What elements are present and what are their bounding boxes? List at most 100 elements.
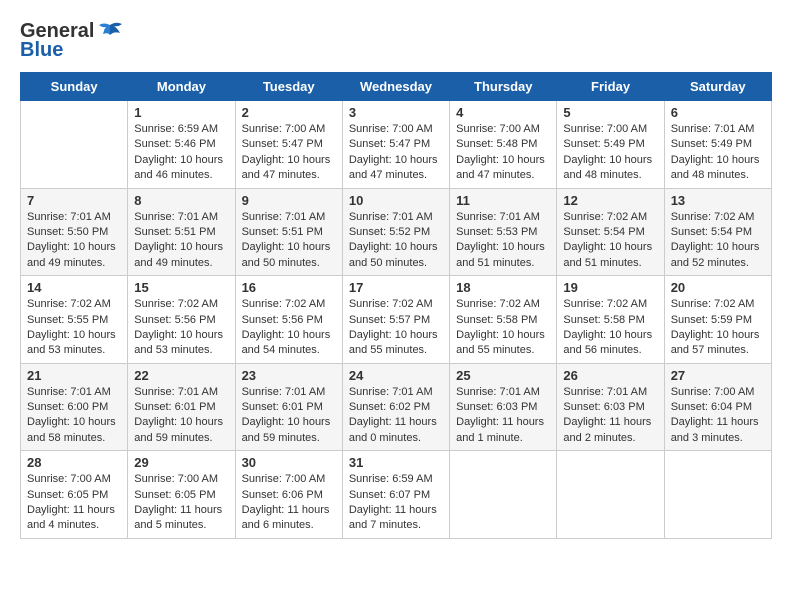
cell-info: Sunrise: 7:02 AMSunset: 5:55 PMDaylight:… xyxy=(27,297,121,359)
calendar-cell: 8 Sunrise: 7:01 AMSunset: 5:51 PMDaylight… xyxy=(128,188,235,276)
calendar-cell: 7 Sunrise: 7:01 AMSunset: 5:50 PMDaylight… xyxy=(21,188,128,276)
day-header-monday: Monday xyxy=(128,73,235,101)
calendar-cell xyxy=(557,451,664,539)
calendar-cell xyxy=(450,451,557,539)
calendar-cell: 27 Sunrise: 7:00 AMSunset: 6:04 PMDayligh… xyxy=(664,363,771,451)
date-number: 25 xyxy=(456,368,550,383)
calendar-cell: 5 Sunrise: 7:00 AMSunset: 5:49 PMDaylight… xyxy=(557,101,664,189)
calendar-cell: 29 Sunrise: 7:00 AMSunset: 6:05 PMDayligh… xyxy=(128,451,235,539)
cell-info: Sunrise: 7:00 AMSunset: 6:04 PMDaylight:… xyxy=(671,385,765,447)
cell-info: Sunrise: 7:00 AMSunset: 6:05 PMDaylight:… xyxy=(134,472,228,534)
cell-info: Sunrise: 7:02 AMSunset: 5:58 PMDaylight:… xyxy=(563,297,657,359)
cell-info: Sunrise: 7:01 AMSunset: 6:01 PMDaylight:… xyxy=(242,385,336,447)
date-number: 10 xyxy=(349,193,443,208)
calendar-cell: 24 Sunrise: 7:01 AMSunset: 6:02 PMDayligh… xyxy=(342,363,449,451)
cell-info: Sunrise: 7:01 AMSunset: 5:51 PMDaylight:… xyxy=(242,210,336,272)
cell-info: Sunrise: 7:01 AMSunset: 5:53 PMDaylight:… xyxy=(456,210,550,272)
cell-info: Sunrise: 7:00 AMSunset: 5:49 PMDaylight:… xyxy=(563,122,657,184)
calendar-cell: 18 Sunrise: 7:02 AMSunset: 5:58 PMDayligh… xyxy=(450,276,557,364)
cell-info: Sunrise: 7:01 AMSunset: 5:51 PMDaylight:… xyxy=(134,210,228,272)
calendar-cell: 21 Sunrise: 7:01 AMSunset: 6:00 PMDayligh… xyxy=(21,363,128,451)
calendar-cell: 26 Sunrise: 7:01 AMSunset: 6:03 PMDayligh… xyxy=(557,363,664,451)
date-number: 29 xyxy=(134,455,228,470)
cell-info: Sunrise: 6:59 AMSunset: 5:46 PMDaylight:… xyxy=(134,122,228,184)
day-header-saturday: Saturday xyxy=(664,73,771,101)
date-number: 3 xyxy=(349,105,443,120)
page-header: General Blue xyxy=(20,20,772,62)
calendar-week-3: 14 Sunrise: 7:02 AMSunset: 5:55 PMDayligh… xyxy=(21,276,772,364)
calendar-table: SundayMondayTuesdayWednesdayThursdayFrid… xyxy=(20,72,772,539)
date-number: 7 xyxy=(27,193,121,208)
cell-info: Sunrise: 7:01 AMSunset: 5:52 PMDaylight:… xyxy=(349,210,443,272)
calendar-week-2: 7 Sunrise: 7:01 AMSunset: 5:50 PMDaylight… xyxy=(21,188,772,276)
calendar-cell: 25 Sunrise: 7:01 AMSunset: 6:03 PMDayligh… xyxy=(450,363,557,451)
cell-info: Sunrise: 7:00 AMSunset: 5:48 PMDaylight:… xyxy=(456,122,550,184)
calendar-cell xyxy=(664,451,771,539)
cell-info: Sunrise: 7:02 AMSunset: 5:56 PMDaylight:… xyxy=(242,297,336,359)
date-number: 5 xyxy=(563,105,657,120)
date-number: 12 xyxy=(563,193,657,208)
logo-blue-text: Blue xyxy=(20,39,63,62)
cell-info: Sunrise: 7:02 AMSunset: 5:56 PMDaylight:… xyxy=(134,297,228,359)
calendar-cell: 17Sunrise: 7:02 AMSunset: 5:57 PMDayligh… xyxy=(342,276,449,364)
date-number: 27 xyxy=(671,368,765,383)
calendar-cell: 14 Sunrise: 7:02 AMSunset: 5:55 PMDayligh… xyxy=(21,276,128,364)
calendar-cell: 11 Sunrise: 7:01 AMSunset: 5:53 PMDayligh… xyxy=(450,188,557,276)
cell-info: Sunrise: 7:01 AMSunset: 6:03 PMDaylight:… xyxy=(456,385,550,447)
calendar-week-4: 21 Sunrise: 7:01 AMSunset: 6:00 PMDayligh… xyxy=(21,363,772,451)
date-number: 18 xyxy=(456,280,550,295)
cell-info: Sunrise: 7:02 AMSunset: 5:54 PMDaylight:… xyxy=(671,210,765,272)
date-number: 26 xyxy=(563,368,657,383)
calendar-cell: 31Sunrise: 6:59 AMSunset: 6:07 PMDayligh… xyxy=(342,451,449,539)
date-number: 1 xyxy=(134,105,228,120)
calendar-cell: 3 Sunrise: 7:00 AMSunset: 5:47 PMDaylight… xyxy=(342,101,449,189)
date-number: 6 xyxy=(671,105,765,120)
calendar-cell: 2Sunrise: 7:00 AMSunset: 5:47 PMDaylight… xyxy=(235,101,342,189)
date-number: 11 xyxy=(456,193,550,208)
date-number: 2 xyxy=(242,105,336,120)
cell-info: Sunrise: 7:00 AMSunset: 5:47 PMDaylight:… xyxy=(349,122,443,184)
cell-info: Sunrise: 7:01 AMSunset: 6:03 PMDaylight:… xyxy=(563,385,657,447)
date-number: 17 xyxy=(349,280,443,295)
cell-info: Sunrise: 7:02 AMSunset: 5:59 PMDaylight:… xyxy=(671,297,765,359)
day-header-tuesday: Tuesday xyxy=(235,73,342,101)
date-number: 30 xyxy=(242,455,336,470)
calendar-cell: 15 Sunrise: 7:02 AMSunset: 5:56 PMDayligh… xyxy=(128,276,235,364)
logo: General Blue xyxy=(20,20,124,62)
date-number: 4 xyxy=(456,105,550,120)
cell-info: Sunrise: 7:02 AMSunset: 5:54 PMDaylight:… xyxy=(563,210,657,272)
cell-info: Sunrise: 7:01 AMSunset: 6:00 PMDaylight:… xyxy=(27,385,121,447)
calendar-cell: 9 Sunrise: 7:01 AMSunset: 5:51 PMDaylight… xyxy=(235,188,342,276)
calendar-week-5: 28Sunrise: 7:00 AMSunset: 6:05 PMDayligh… xyxy=(21,451,772,539)
date-number: 8 xyxy=(134,193,228,208)
calendar-cell: 12 Sunrise: 7:02 AMSunset: 5:54 PMDayligh… xyxy=(557,188,664,276)
cell-info: Sunrise: 7:01 AMSunset: 5:49 PMDaylight:… xyxy=(671,122,765,184)
calendar-cell: 20Sunrise: 7:02 AMSunset: 5:59 PMDayligh… xyxy=(664,276,771,364)
cell-info: Sunrise: 6:59 AMSunset: 6:07 PMDaylight:… xyxy=(349,472,443,534)
cell-info: Sunrise: 7:00 AMSunset: 6:06 PMDaylight:… xyxy=(242,472,336,534)
calendar-cell: 13 Sunrise: 7:02 AMSunset: 5:54 PMDayligh… xyxy=(664,188,771,276)
cell-info: Sunrise: 7:01 AMSunset: 6:02 PMDaylight:… xyxy=(349,385,443,447)
calendar-week-1: 1 Sunrise: 6:59 AMSunset: 5:46 PMDaylight… xyxy=(21,101,772,189)
calendar-cell: 23 Sunrise: 7:01 AMSunset: 6:01 PMDayligh… xyxy=(235,363,342,451)
date-number: 24 xyxy=(349,368,443,383)
calendar-cell: 4 Sunrise: 7:00 AMSunset: 5:48 PMDaylight… xyxy=(450,101,557,189)
date-number: 21 xyxy=(27,368,121,383)
date-number: 9 xyxy=(242,193,336,208)
day-header-thursday: Thursday xyxy=(450,73,557,101)
calendar-cell: 28Sunrise: 7:00 AMSunset: 6:05 PMDayligh… xyxy=(21,451,128,539)
date-number: 13 xyxy=(671,193,765,208)
day-header-friday: Friday xyxy=(557,73,664,101)
date-number: 14 xyxy=(27,280,121,295)
cell-info: Sunrise: 7:01 AMSunset: 6:01 PMDaylight:… xyxy=(134,385,228,447)
day-header-wednesday: Wednesday xyxy=(342,73,449,101)
calendar-cell: 30 Sunrise: 7:00 AMSunset: 6:06 PMDayligh… xyxy=(235,451,342,539)
calendar-cell: 10 Sunrise: 7:01 AMSunset: 5:52 PMDayligh… xyxy=(342,188,449,276)
date-number: 23 xyxy=(242,368,336,383)
calendar-cell: 16Sunrise: 7:02 AMSunset: 5:56 PMDayligh… xyxy=(235,276,342,364)
calendar-cell: 1 Sunrise: 6:59 AMSunset: 5:46 PMDaylight… xyxy=(128,101,235,189)
logo-bird-icon xyxy=(96,21,124,43)
cell-info: Sunrise: 7:01 AMSunset: 5:50 PMDaylight:… xyxy=(27,210,121,272)
cell-info: Sunrise: 7:02 AMSunset: 5:58 PMDaylight:… xyxy=(456,297,550,359)
date-number: 15 xyxy=(134,280,228,295)
